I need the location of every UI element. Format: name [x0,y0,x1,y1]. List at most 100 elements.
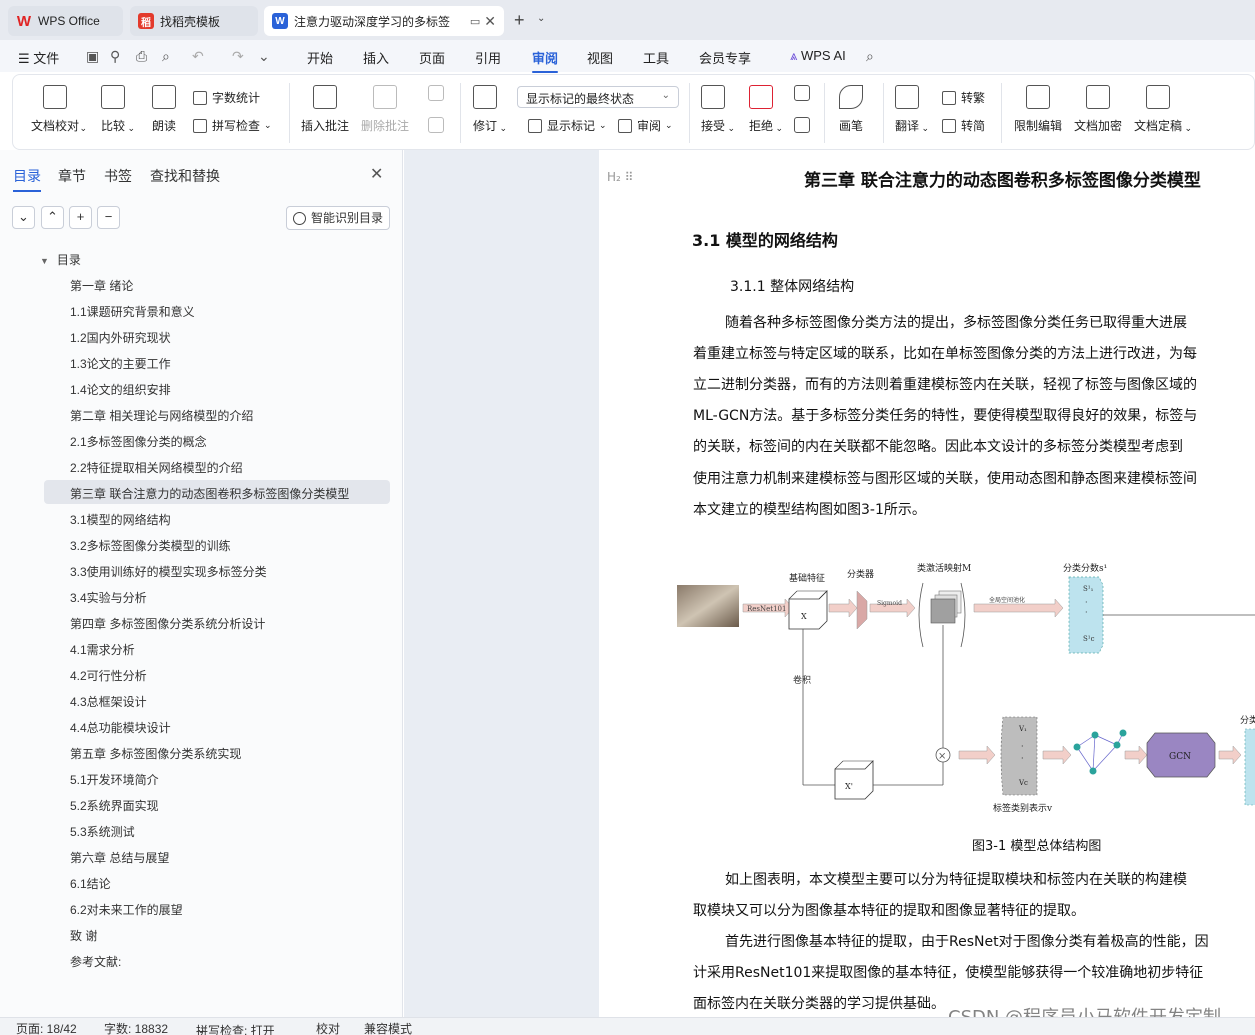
remove-heading-button[interactable]: − [97,206,120,229]
smart-toc-button[interactable]: 智能识别目录 [286,206,390,230]
menu-start[interactable]: 开始 [307,48,333,67]
tab-wps-office[interactable]: W WPS Office [8,6,123,36]
collapse-all-button[interactable]: ⌄ [12,206,35,229]
paragraph-line: 首先进行图像基本特征的提取，由于ResNet对于图像分类有着极高的性能，因 [725,934,1209,950]
redo-icon[interactable]: ↷ [232,48,244,65]
menu-review[interactable]: 审阅 [532,48,559,73]
encrypt-button[interactable]: 文档加密 [1074,85,1122,134]
toc-item[interactable]: 6.1结论 [70,875,111,892]
toc-item[interactable]: 第二章 相关理论与网络模型的介绍 [70,407,253,424]
track-changes-button[interactable]: 修订 ⌄ [473,85,507,134]
insert-comment-icon [313,85,337,109]
translate-button[interactable]: 翻译 ⌄ [895,85,929,134]
delete-comment-button[interactable]: 删除批注 [361,85,409,134]
toc-item[interactable]: 致 谢 [70,927,97,944]
figure-caption: 图3-1 模型总体结构图 [972,839,1102,854]
menu-reference[interactable]: 引用 [475,48,501,67]
read-aloud-button[interactable]: 朗读 [152,85,176,134]
toc-root[interactable]: ▼ 目录 [40,251,81,268]
menu-view[interactable]: 视图 [587,48,613,67]
toc-item[interactable]: 3.1模型的网络结构 [70,511,171,528]
word-count-button[interactable]: 字数统计 [193,89,260,106]
menu-insert[interactable]: 插入 [363,48,389,67]
toc-item[interactable]: 第五章 多标签图像分类系统实现 [70,745,241,762]
toc-item[interactable]: 3.4实验与分析 [70,589,147,606]
menu-tools[interactable]: 工具 [643,48,669,67]
menu-member[interactable]: 会员专享 [699,48,751,67]
restrict-edit-button[interactable]: 限制编辑 [1014,85,1062,134]
next-change-button[interactable] [794,117,810,141]
spell-check-button[interactable]: 拼写检查 ⌄ [193,117,272,134]
document-page[interactable]: H₂ ⠿ 第三章 联合注意力的动态图卷积多标签图像分类模型 3.1 模型的网络结… [599,150,1255,1017]
share-icon[interactable]: ⚲ [110,48,120,65]
delete-comment-label: 删除批注 [361,119,410,133]
toc-item[interactable]: 2.2特征提取相关网络模型的介绍 [70,459,243,476]
toc-item[interactable]: 1.1课题研究背景和意义 [70,303,195,320]
toc-item[interactable]: 第六章 总结与展望 [70,849,169,866]
toc-item[interactable]: 第一章 绪论 [70,277,133,294]
toc-item[interactable]: 3.3使用训练好的模型实现多标签分类 [70,563,267,580]
tab-toc[interactable]: 目录 [13,166,41,192]
print-preview-icon[interactable]: ⌕ [162,48,170,65]
toc-item[interactable]: 3.2多标签图像分类模型的训练 [70,537,231,554]
next-comment-button[interactable] [428,117,444,141]
print-icon[interactable]: ⎙ [136,48,147,65]
close-icon[interactable]: ✕ [370,164,383,184]
page-indicator[interactable]: 页面: 18/42 [16,1020,77,1035]
review-pane-button[interactable]: 审阅 ⌄ [618,117,673,134]
spell-check-icon [193,118,207,133]
pen-button[interactable]: 画笔 [839,85,863,134]
proof-status[interactable]: 校对 [316,1020,340,1035]
toc-item[interactable]: 2.1多标签图像分类的概念 [70,433,207,450]
toc-item[interactable]: 5.1开发环境简介 [70,771,159,788]
toc-item[interactable]: 第三章 联合注意力的动态图卷积多标签图像分类模型 [70,485,349,502]
tab-document[interactable]: W 注意力驱动深度学习的多标签 ▭ ✕ [264,6,504,36]
file-menu[interactable]: ☰ 文件 [18,48,59,67]
monitor-icon[interactable]: ▭ [470,15,480,28]
reject-button[interactable]: 拒绝 ⌄ [749,85,783,134]
wps-ai-button[interactable]: ⩓ WPS AI [790,48,846,64]
undo-icon[interactable]: ↶ [192,48,204,65]
toc-item[interactable]: 4.1需求分析 [70,641,135,658]
search-icon[interactable]: ⌕ [866,48,874,65]
toc-item[interactable]: 5.3系统测试 [70,823,135,840]
close-icon[interactable]: ✕ [484,13,496,30]
toc-item[interactable]: 第四章 多标签图像分类系统分析设计 [70,615,265,632]
drag-handle-icon: ⠿ [624,170,634,184]
toc-item[interactable]: 4.3总框架设计 [70,693,147,710]
save-icon[interactable]: ▣ [86,48,99,65]
paragraph-line: 如上图表明，本文模型主要可以分为特征提取模块和标签内在关联的构建模 [725,872,1187,888]
toc-item[interactable]: 1.3论文的主要工作 [70,355,171,372]
toc-item[interactable]: 1.2国内外研究现状 [70,329,171,346]
tab-sections[interactable]: 章节 [58,166,86,186]
to-traditional-button[interactable]: 转繁 [942,89,985,106]
tab-template[interactable]: 稻 找稻壳模板 [130,6,258,36]
reject-label: 拒绝 [749,119,774,133]
menu-page[interactable]: 页面 [419,48,445,67]
tab-find-replace[interactable]: 查找和替换 [150,166,220,186]
markup-state-select[interactable]: 显示标记的最终状态 ⌄ [517,86,679,108]
toc-item[interactable]: 5.2系统界面实现 [70,797,159,814]
toc-item[interactable]: 参考文献: [70,953,121,970]
chevron-down-icon[interactable]: ⌄ [537,13,545,24]
add-heading-button[interactable]: + [69,206,92,229]
chevron-down-icon[interactable]: ⌄ [258,48,270,65]
heading-level-marker[interactable]: H₂ ⠿ [607,170,633,184]
accept-button[interactable]: 接受 ⌄ [701,85,735,134]
doc-proof-button[interactable]: 文档校对 ⌄ [31,85,87,134]
tab-bookmarks[interactable]: 书签 [104,166,132,186]
toc-item[interactable]: 4.4总功能模块设计 [70,719,171,736]
compare-button[interactable]: 比较 ⌄ [101,85,135,134]
word-count-status[interactable]: 字数: 18832 [104,1020,168,1035]
to-simplified-button[interactable]: 转简 [942,117,985,134]
prev-change-button[interactable] [794,85,810,109]
toc-item[interactable]: 6.2对未来工作的展望 [70,901,183,918]
toc-item[interactable]: 4.2可行性分析 [70,667,147,684]
new-tab-icon[interactable]: + [514,10,525,31]
finalize-button[interactable]: 文档定稿 ⌄ [1134,85,1192,134]
toc-item[interactable]: 1.4论文的组织安排 [70,381,171,398]
expand-up-button[interactable]: ⌃ [41,206,64,229]
show-markup-button[interactable]: 显示标记 ⌄ [528,117,607,134]
insert-comment-button[interactable]: 插入批注 [301,85,349,134]
prev-comment-button[interactable] [428,85,444,109]
